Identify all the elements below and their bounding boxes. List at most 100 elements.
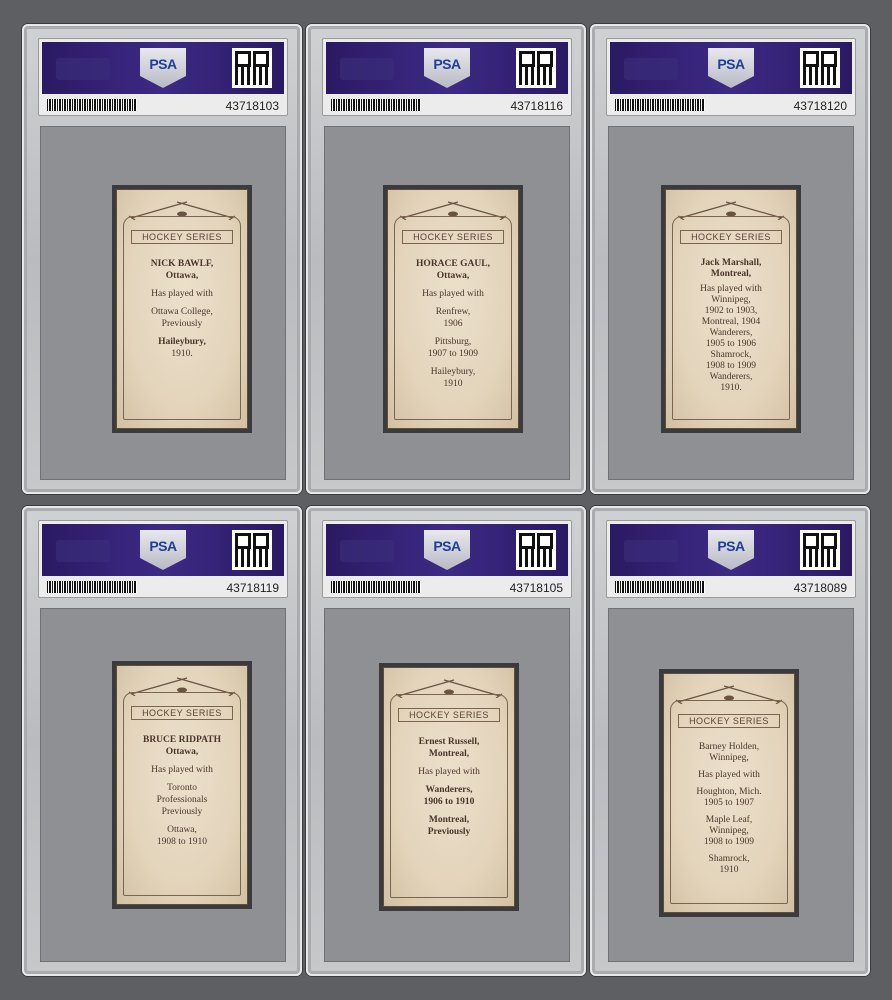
- player-team: Ottawa,: [165, 271, 199, 281]
- card-line: Previously: [161, 807, 203, 817]
- card-line: Maple Leaf,: [705, 815, 753, 825]
- cert-number: 43718105: [509, 581, 563, 595]
- card-line: Has played with: [700, 284, 762, 294]
- series-title: HOCKEY SERIES: [131, 230, 233, 244]
- cert-number: 43718120: [793, 99, 847, 113]
- qr-code-icon: [800, 530, 840, 570]
- series-title: HOCKEY SERIES: [680, 230, 782, 244]
- card-line: Shamrock,: [708, 854, 750, 864]
- hockey-card: HOCKEY SERIES BRUCE RIDPATH Ottawa, Has …: [116, 665, 248, 905]
- cert-number: 43718089: [793, 581, 847, 595]
- card-line: Ottawa,: [167, 825, 197, 835]
- card-well: HOCKEY SERIES HORACE GAUL, Ottawa, Has p…: [324, 126, 570, 480]
- player-name: BRUCE RIDPATH: [142, 735, 222, 745]
- series-title: HOCKEY SERIES: [678, 714, 780, 728]
- graded-slab: PSA 43718120 HOCKEY SERIES Jack Marshall…: [590, 24, 870, 494]
- psa-watermark-logo: [340, 58, 394, 80]
- cert-number: 43718103: [225, 99, 279, 113]
- player-team: Montreal,: [710, 269, 752, 279]
- label-band: PSA: [610, 524, 852, 576]
- cert-number: 43718116: [510, 99, 564, 113]
- cert-number: 43718119: [226, 581, 280, 595]
- card-line: Wanderers,: [709, 328, 753, 338]
- player-name: HORACE GAUL,: [416, 259, 490, 269]
- card-line: 1902 to 1903,: [704, 306, 758, 316]
- hockey-card: HOCKEY SERIES Jack Marshall, Montreal, H…: [665, 189, 797, 429]
- card-line: Winnipeg,: [709, 826, 749, 836]
- player-name: Barney Holden,: [698, 742, 760, 752]
- psa-watermark-logo: [340, 540, 394, 562]
- grading-label: PSA 43718116: [322, 38, 572, 116]
- label-band: PSA: [42, 524, 284, 576]
- player-name: Jack Marshall,: [700, 258, 762, 268]
- player-team: Montreal,: [428, 749, 470, 759]
- card-line: Previously: [427, 827, 471, 837]
- psa-watermark-logo: [624, 58, 678, 80]
- card-well: HOCKEY SERIES BRUCE RIDPATH Ottawa, Has …: [40, 608, 286, 962]
- barcode-icon: [615, 581, 705, 593]
- graded-slab: PSA 43718105 HOCKEY SERIES Ernest Russel…: [306, 506, 586, 976]
- card-text: Jack Marshall, Montreal, Has played with…: [674, 258, 788, 394]
- player-team: Ottawa,: [436, 271, 470, 281]
- grading-label: PSA 43718119: [38, 520, 288, 598]
- card-text: NICK BAWLF, Ottawa, Has played with Otta…: [125, 258, 239, 360]
- barcode-icon: [331, 581, 421, 593]
- card-line: 1908 to 1909: [703, 837, 755, 847]
- card-text: Barney Holden, Winnipeg, Has played with…: [672, 742, 786, 876]
- label-band: PSA: [326, 42, 568, 94]
- hockey-card: HOCKEY SERIES HORACE GAUL, Ottawa, Has p…: [387, 189, 519, 429]
- graded-slab: PSA 43718089 HOCKEY SERIES Barney Holden…: [590, 506, 870, 976]
- barcode-icon: [331, 99, 421, 111]
- psa-watermark-logo: [624, 540, 678, 562]
- graded-slab: PSA 43718119 HOCKEY SERIES BRUCE RIDPATH…: [22, 506, 302, 976]
- series-title: HOCKEY SERIES: [402, 230, 504, 244]
- card-well: HOCKEY SERIES Jack Marshall, Montreal, H…: [608, 126, 854, 480]
- card-line: 1906 to 1910: [423, 797, 475, 807]
- card-line: 1910: [443, 379, 463, 389]
- card-line: Has played with: [698, 770, 760, 780]
- psa-watermark-logo: [56, 58, 110, 80]
- card-line: 1907 to 1909: [427, 349, 479, 359]
- card-line: Houghton, Mich.: [696, 787, 762, 797]
- label-band: PSA: [610, 42, 852, 94]
- card-line: Wanderers,: [709, 372, 753, 382]
- card-line: 1908 to 1909: [705, 361, 757, 371]
- card-line: Has played with: [151, 765, 213, 775]
- psa-logo: PSA: [424, 48, 470, 88]
- psa-watermark-logo: [56, 540, 110, 562]
- card-line: Wanderers,: [425, 785, 473, 795]
- card-line: Renfrew,: [435, 307, 471, 317]
- card-line: Professionals: [156, 795, 208, 805]
- card-line: 1905 to 1907: [703, 798, 755, 808]
- graded-slab: PSA 43718103 HOCKEY SERIES NICK BAWLF, O…: [22, 24, 302, 494]
- grading-label: PSA 43718120: [606, 38, 856, 116]
- card-line: Ottawa College,: [151, 307, 213, 317]
- card-line: 1910.: [171, 349, 193, 359]
- card-well: HOCKEY SERIES NICK BAWLF, Ottawa, Has pl…: [40, 126, 286, 480]
- card-line: 1906: [443, 319, 463, 329]
- card-line: Has played with: [418, 767, 480, 777]
- card-line: Haileybury,: [158, 337, 206, 347]
- card-line: Has played with: [151, 289, 213, 299]
- hockey-card: HOCKEY SERIES Ernest Russell, Montreal, …: [383, 667, 515, 907]
- card-line: Winnipeg,: [711, 295, 751, 305]
- card-line: Pittsburg,: [434, 337, 472, 347]
- barcode-icon: [47, 99, 137, 111]
- qr-code-icon: [516, 48, 556, 88]
- psa-logo: PSA: [140, 530, 186, 570]
- card-line: 1910: [719, 865, 739, 875]
- hockey-card: HOCKEY SERIES NICK BAWLF, Ottawa, Has pl…: [116, 189, 248, 429]
- card-line: 1905 to 1906: [705, 339, 757, 349]
- label-band: PSA: [326, 524, 568, 576]
- qr-code-icon: [516, 530, 556, 570]
- card-text: Ernest Russell, Montreal, Has played wit…: [392, 736, 506, 838]
- card-well: HOCKEY SERIES Barney Holden, Winnipeg, H…: [608, 608, 854, 962]
- psa-logo: PSA: [424, 530, 470, 570]
- card-line: 1908 to 1910: [156, 837, 208, 847]
- player-team: Winnipeg,: [709, 753, 749, 763]
- barcode-icon: [615, 99, 705, 111]
- psa-logo: PSA: [708, 530, 754, 570]
- series-title: HOCKEY SERIES: [131, 706, 233, 720]
- player-team: Ottawa,: [165, 747, 199, 757]
- grading-label: PSA 43718105: [322, 520, 572, 598]
